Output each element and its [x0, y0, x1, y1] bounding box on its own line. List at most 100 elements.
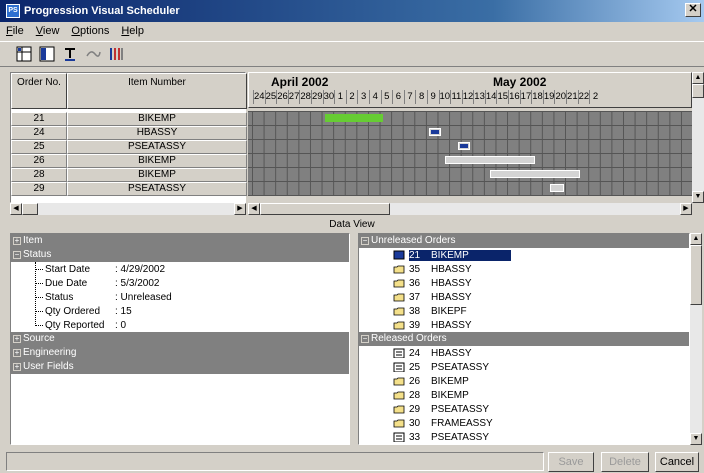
list-item[interactable]: 39 HBASSY — [359, 318, 689, 332]
day-label: 2 — [345, 90, 358, 104]
bars-button[interactable] — [106, 44, 126, 64]
milestone-marker — [431, 130, 439, 134]
tree-section-source[interactable]: + Source — [11, 332, 349, 346]
list-item[interactable]: 28 BIKEMP — [359, 388, 689, 402]
scroll-left-icon[interactable]: ◀ — [248, 203, 260, 215]
table-row[interactable]: 26 BIKEMP — [11, 154, 247, 168]
unreleased-orders-header[interactable]: − Unreleased Orders — [359, 234, 689, 248]
col-order-no[interactable]: Order No. — [11, 73, 67, 109]
link-button[interactable] — [83, 44, 103, 64]
list-item[interactable]: 33 PSEATASSY — [359, 430, 689, 444]
list-item[interactable]: 38 BIKEPF — [359, 304, 689, 318]
filter-button[interactable] — [60, 44, 80, 64]
day-label: 5 — [380, 90, 393, 104]
menu-help[interactable]: Help — [121, 25, 144, 37]
expand-icon[interactable]: + — [13, 237, 21, 245]
list-item[interactable]: 30 FRAMEASSY — [359, 416, 689, 430]
cancel-button[interactable]: Cancel — [655, 452, 699, 472]
data-view-label: Data View — [329, 219, 375, 230]
order-number: 30 — [409, 417, 421, 429]
left-horizontal-scrollbar[interactable]: ◀ ▶ — [10, 203, 246, 215]
order-cell: 28 — [11, 168, 67, 182]
released-orders-header[interactable]: − Released Orders — [359, 332, 689, 346]
gantt-bar[interactable] — [490, 170, 580, 178]
scroll-thumb[interactable] — [260, 203, 390, 215]
list-item[interactable]: 29 PSEATASSY — [359, 402, 689, 416]
collapse-icon[interactable]: − — [361, 335, 369, 343]
gantt-vertical-scrollbar[interactable]: ▲ ▼ — [692, 72, 704, 203]
order-item: BIKEMP — [431, 389, 469, 401]
order-item: HBASSY — [431, 347, 472, 359]
list-item[interactable]: 24 HBASSY — [359, 346, 689, 360]
order-item: PSEATASSY — [431, 403, 489, 415]
filter-icon — [65, 48, 75, 61]
table-row[interactable]: 29 PSEATASSY — [11, 182, 247, 196]
app-window: PS Progression Visual Scheduler ✕ File V… — [0, 0, 704, 473]
scroll-thumb[interactable] — [690, 245, 702, 305]
table-row[interactable]: 28 BIKEMP — [11, 168, 247, 182]
list-item[interactable]: 25 PSEATASSY — [359, 360, 689, 374]
tree-section-item[interactable]: + Item — [11, 234, 349, 248]
menu-view[interactable]: View — [36, 25, 60, 37]
collapse-icon[interactable]: − — [361, 237, 369, 245]
gantt-bar[interactable] — [429, 128, 441, 136]
table-row[interactable]: 25 PSEATASSY — [11, 140, 247, 154]
order-item: BIKEMP — [431, 375, 469, 387]
field-due-date: Due Date: 5/3/2002 — [35, 276, 159, 290]
scroll-up-icon[interactable]: ▲ — [690, 233, 702, 245]
expand-icon[interactable]: + — [13, 349, 21, 357]
day-label: 14 — [484, 90, 497, 104]
scroll-right-icon[interactable]: ▶ — [680, 203, 692, 215]
scroll-left-icon[interactable]: ◀ — [10, 203, 22, 215]
list-item[interactable]: 21 BIKEMP — [359, 248, 689, 262]
scroll-up-icon[interactable]: ▲ — [692, 72, 704, 84]
gantt-bar[interactable] — [458, 142, 470, 150]
day-label: 10 — [438, 90, 451, 104]
section-label: User Fields — [23, 361, 74, 372]
tree-section-engineering[interactable]: + Engineering — [11, 346, 349, 360]
col-item-number[interactable]: Item Number — [67, 73, 247, 109]
order-number: 24 — [409, 347, 421, 359]
menu-bar: File View Options Help — [0, 22, 704, 40]
list-item[interactable]: 36 HBASSY — [359, 276, 689, 290]
grid-view-button[interactable] — [14, 44, 34, 64]
item-cell: BIKEMP — [67, 168, 247, 182]
table-row[interactable]: 21 BIKEMP — [11, 112, 247, 126]
day-label: 29 — [310, 90, 323, 104]
scroll-down-icon[interactable]: ▼ — [690, 433, 702, 445]
scroll-down-icon[interactable]: ▼ — [692, 191, 704, 203]
section-label: Released Orders — [371, 333, 447, 344]
scroll-thumb[interactable] — [692, 84, 704, 98]
gantt-bar[interactable] — [445, 156, 535, 164]
list-item[interactable]: 37 HBASSY — [359, 290, 689, 304]
list-item[interactable]: 35 HBASSY — [359, 262, 689, 276]
list-item[interactable]: 26 BIKEMP — [359, 374, 689, 388]
order-number: 21 — [409, 249, 431, 261]
delete-button[interactable]: Delete — [601, 452, 649, 472]
menu-file[interactable]: File — [6, 25, 24, 37]
orders-vertical-scrollbar[interactable]: ▲ ▼ — [690, 233, 702, 445]
orders-list: − Unreleased Orders 21 BIKEMP 35 HBASSY 36 HBA… — [358, 233, 690, 445]
close-window-button[interactable]: ✕ — [685, 3, 701, 17]
expand-icon[interactable]: + — [13, 335, 21, 343]
gantt-grid[interactable] — [248, 111, 692, 196]
collapse-icon[interactable]: − — [13, 251, 21, 259]
menu-options[interactable]: Options — [71, 25, 109, 37]
split-view-button[interactable] — [37, 44, 57, 64]
gantt-horizontal-scrollbar[interactable]: ◀ ▶ — [248, 203, 692, 215]
tree-section-status[interactable]: − Status — [11, 248, 349, 262]
clipboard-icon — [393, 432, 405, 442]
table-row[interactable]: 24 HBASSY — [11, 126, 247, 140]
section-label: Source — [23, 333, 55, 344]
tree-section-user-fields[interactable]: + User Fields — [11, 360, 349, 374]
scroll-thumb[interactable] — [22, 203, 38, 215]
released-orders-list: 24 HBASSY 25 PSEATASSY 26 BIKEMP 28 BIKEMP 29 PSE… — [359, 346, 689, 444]
gantt-bar[interactable] — [550, 184, 564, 192]
order-number: 26 — [409, 375, 421, 387]
expand-icon[interactable]: + — [13, 363, 21, 371]
save-button[interactable]: Save — [548, 452, 594, 472]
scroll-right-icon[interactable]: ▶ — [234, 203, 246, 215]
gantt-bar-selected[interactable] — [325, 114, 383, 122]
order-number: 38 — [409, 305, 421, 317]
order-grid-header: Order No. Item Number — [11, 73, 247, 109]
